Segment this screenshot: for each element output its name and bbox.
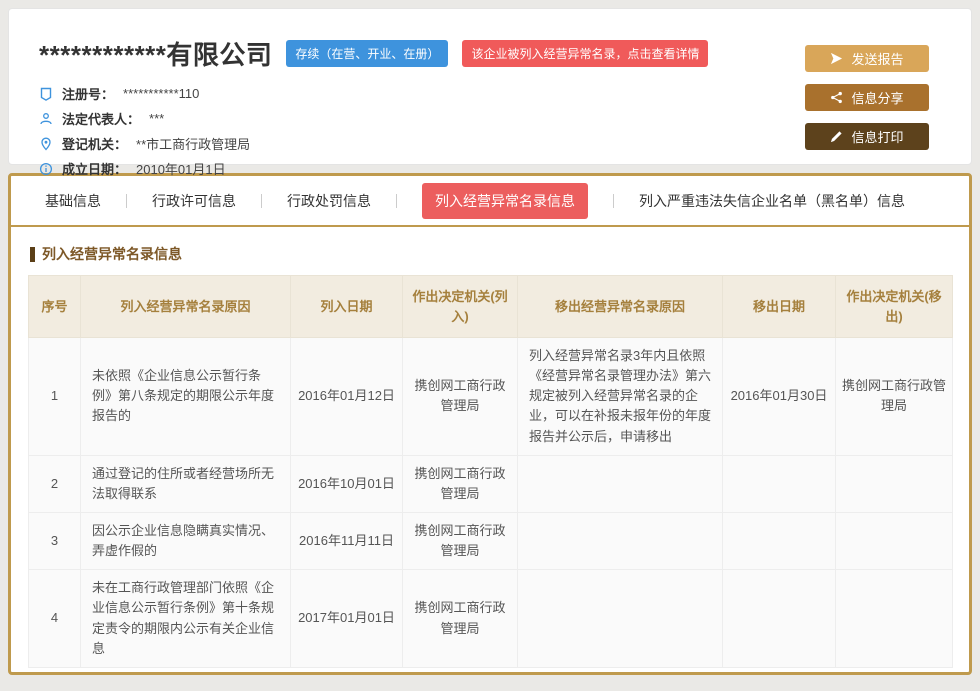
info-icon [39, 162, 53, 176]
send-icon [830, 52, 843, 65]
tab-divider [613, 194, 614, 208]
cell-removal-authority [836, 512, 953, 569]
cell-inclusion-date: 2016年01月12日 [291, 338, 403, 456]
cell-removal-date [723, 570, 836, 668]
share-info-label: 信息分享 [851, 88, 903, 107]
registration-authority-value: **市工商行政管理局 [136, 134, 250, 153]
cell-inclusion-reason: 因公示企业信息隐瞒真实情况、弄虚作假的 [81, 512, 291, 569]
cell-inclusion-authority: 携创网工商行政管理局 [403, 570, 518, 668]
header-actions: 发送报告 信息分享 信息打印 [805, 45, 929, 150]
cell-inclusion-date: 2016年11月11日 [291, 512, 403, 569]
legal-person-icon [39, 112, 53, 126]
table-row: 3 因公示企业信息隐瞒真实情况、弄虚作假的 2016年11月11日 携创网工商行… [29, 512, 953, 569]
table-body: 1 未依照《企业信息公示暂行条例》第八条规定的期限公示年度报告的 2016年01… [29, 338, 953, 668]
print-icon [830, 130, 843, 143]
col-header-removal-reason: 移出经营异常名录原因 [518, 276, 723, 338]
section-marker [30, 247, 35, 262]
section-title-text: 列入经营异常名录信息 [42, 244, 182, 264]
registration-number-value: ***********110 [123, 86, 199, 101]
cell-removal-reason [518, 455, 723, 512]
col-header-removal-date: 移出日期 [723, 276, 836, 338]
registration-number-label: 注册号： [62, 84, 114, 103]
table-row: 4 未在工商行政管理部门依照《企业信息公示暂行条例》第十条规定责令的期限内公示有… [29, 570, 953, 668]
section-title: 列入经营异常名录信息 [30, 244, 952, 264]
cell-removal-authority: 携创网工商行政管理局 [836, 338, 953, 456]
cell-inclusion-authority: 携创网工商行政管理局 [403, 512, 518, 569]
establishment-date-label: 成立日期： [62, 159, 127, 178]
cell-removal-authority [836, 455, 953, 512]
cell-inclusion-reason: 未在工商行政管理部门依照《企业信息公示暂行条例》第十条规定责令的期限内公示有关企… [81, 570, 291, 668]
cell-inclusion-reason: 通过登记的住所或者经营场所无法取得联系 [81, 455, 291, 512]
tab-divider [126, 194, 127, 208]
table-header: 序号 列入经营异常名录原因 列入日期 作出决定机关(列入) 移出经营异常名录原因… [29, 276, 953, 338]
cell-inclusion-authority: 携创网工商行政管理局 [403, 455, 518, 512]
cell-seq: 2 [29, 455, 81, 512]
send-report-button[interactable]: 发送报告 [805, 45, 929, 72]
abnormal-list-table: 序号 列入经营异常名录原因 列入日期 作出决定机关(列入) 移出经营异常名录原因… [28, 275, 953, 668]
col-header-inclusion-date: 列入日期 [291, 276, 403, 338]
tab-administrative-license[interactable]: 行政许可信息 [152, 191, 236, 211]
tab-administrative-penalty[interactable]: 行政处罚信息 [287, 191, 371, 211]
tab-serious-violation-blacklist[interactable]: 列入严重违法失信企业名单（黑名单）信息 [639, 191, 905, 211]
tab-divider [261, 194, 262, 208]
cell-inclusion-authority: 携创网工商行政管理局 [403, 338, 518, 456]
cell-inclusion-reason: 未依照《企业信息公示暂行条例》第八条规定的期限公示年度报告的 [81, 338, 291, 456]
cell-seq: 3 [29, 512, 81, 569]
cell-seq: 1 [29, 338, 81, 456]
print-info-button[interactable]: 信息打印 [805, 123, 929, 150]
tab-abnormal-operation-list[interactable]: 列入经营异常名录信息 [422, 183, 588, 219]
col-header-inclusion-reason: 列入经营异常名录原因 [81, 276, 291, 338]
cell-removal-date [723, 455, 836, 512]
send-report-label: 发送报告 [851, 49, 903, 68]
legal-person-label: 法定代表人： [62, 109, 140, 128]
cell-removal-date: 2016年01月30日 [723, 338, 836, 456]
print-info-label: 信息打印 [851, 127, 903, 146]
share-info-button[interactable]: 信息分享 [805, 84, 929, 111]
company-name: ************有限公司 [39, 35, 272, 72]
tab-bar: 基础信息 行政许可信息 行政处罚信息 列入经营异常名录信息 列入严重违法失信企业… [11, 176, 969, 227]
registration-authority-label: 登记机关： [62, 134, 127, 153]
cell-removal-reason [518, 512, 723, 569]
abnormal-warning-badge[interactable]: 该企业被列入经营异常名录，点击查看详情 [462, 40, 708, 67]
table-row: 1 未依照《企业信息公示暂行条例》第八条规定的期限公示年度报告的 2016年01… [29, 338, 953, 456]
tab-basic-info[interactable]: 基础信息 [45, 191, 101, 211]
registration-icon [39, 87, 53, 101]
cell-removal-reason [518, 570, 723, 668]
establishment-date-value: 2010年01月1日 [136, 159, 226, 178]
location-icon [39, 137, 53, 151]
establishment-date-row: 成立日期： 2010年01月1日 [39, 156, 971, 181]
col-header-inclusion-authority: 作出决定机关(列入) [403, 276, 518, 338]
col-header-removal-authority: 作出决定机关(移出) [836, 276, 953, 338]
cell-removal-authority [836, 570, 953, 668]
cell-seq: 4 [29, 570, 81, 668]
main-panel: 基础信息 行政许可信息 行政处罚信息 列入经营异常名录信息 列入严重违法失信企业… [8, 173, 972, 675]
share-icon [830, 91, 843, 104]
company-header-card: ************有限公司 存续（在营、开业、在册） 该企业被列入经营异常… [8, 8, 972, 165]
cell-inclusion-date: 2016年10月01日 [291, 455, 403, 512]
tab-divider [396, 194, 397, 208]
legal-person-value: *** [149, 111, 164, 126]
cell-removal-reason: 列入经营异常名录3年内且依照《经营异常名录管理办法》第六规定被列入经营异常名录的… [518, 338, 723, 456]
cell-inclusion-date: 2017年01月01日 [291, 570, 403, 668]
col-header-seq: 序号 [29, 276, 81, 338]
status-badge: 存续（在营、开业、在册） [286, 40, 448, 67]
table-header-row: 序号 列入经营异常名录原因 列入日期 作出决定机关(列入) 移出经营异常名录原因… [29, 276, 953, 338]
panel-body: 列入经营异常名录信息 序号 列入经营异常名录原因 列入日期 作出决定机关(列入)… [11, 227, 969, 675]
cell-removal-date [723, 512, 836, 569]
table-row: 2 通过登记的住所或者经营场所无法取得联系 2016年10月01日 携创网工商行… [29, 455, 953, 512]
